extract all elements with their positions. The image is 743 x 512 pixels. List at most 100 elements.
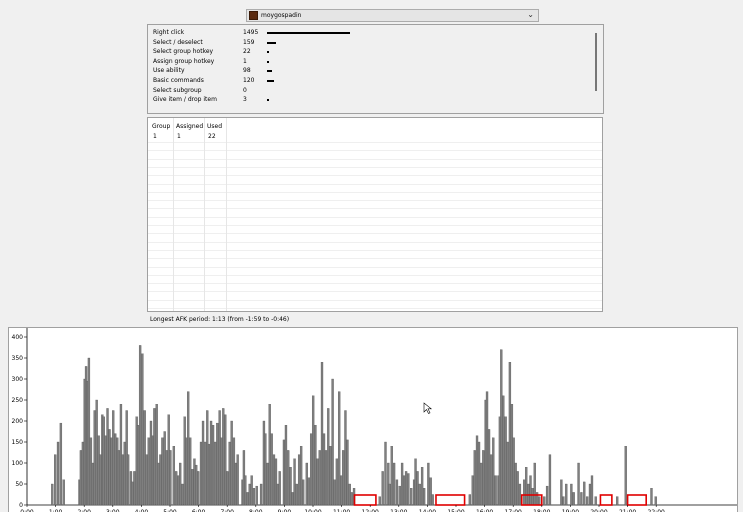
grid-line [148, 299, 602, 301]
apm-bar [102, 416, 105, 506]
action-row: Select / deselect 159 [153, 38, 583, 48]
apm-bar [284, 425, 288, 506]
apm-bar [248, 483, 251, 506]
action-label: Use ability [153, 67, 185, 75]
apm-bar [293, 458, 296, 506]
apm-bar [143, 410, 146, 506]
grid-line [148, 183, 602, 185]
apm-bar [204, 441, 207, 506]
table-row[interactable]: 1 1 22 [148, 132, 602, 141]
apm-bar [504, 416, 507, 506]
apm-bar [136, 425, 140, 506]
apm-bar [329, 446, 332, 506]
y-tick-label: 350 [12, 355, 24, 362]
action-stats-panel: Right click 1495 Select / deselect 159 Selec… [147, 24, 604, 114]
apm-bar [487, 429, 491, 506]
apm-bar [145, 454, 148, 506]
apm-bar [560, 479, 563, 506]
apm-bar [523, 479, 526, 506]
apm-bar [197, 471, 200, 506]
apm-bar [506, 441, 509, 506]
apm-bar [246, 492, 249, 506]
apm-bar [95, 399, 98, 506]
apm-bar [508, 362, 512, 506]
apm-bar [133, 471, 136, 506]
apm-bar [616, 496, 619, 506]
apm-bar [62, 479, 65, 506]
action-bar [267, 41, 276, 44]
apm-bar [335, 458, 339, 506]
grid-line [148, 274, 602, 276]
apm-bar [141, 353, 144, 506]
apm-bar [392, 462, 396, 506]
grid-line [148, 158, 602, 160]
apm-bar [209, 420, 213, 506]
y-tick-label: 150 [12, 439, 24, 446]
apm-bar [480, 462, 483, 506]
action-label: Right click [153, 29, 185, 36]
afk-period-box [435, 494, 466, 506]
apm-bar [155, 404, 158, 506]
apm-bar [307, 477, 311, 506]
player-race-icon [249, 11, 258, 20]
action-bar [267, 51, 269, 54]
apm-bar [324, 450, 328, 506]
apm-bar [87, 357, 91, 506]
apm-bar [531, 488, 534, 506]
chevron-down-icon[interactable]: ⌄ [527, 10, 534, 19]
apm-bar [159, 454, 162, 506]
y-tick-label: 250 [12, 397, 24, 404]
apm-bar [216, 422, 219, 506]
apm-bar [123, 441, 126, 506]
grid-line [148, 225, 602, 226]
column-divider [226, 118, 227, 311]
action-count: 0 [243, 86, 247, 94]
apm-bar [163, 431, 166, 506]
grid-line [148, 200, 602, 202]
apm-bar [264, 433, 267, 506]
apm-bar [176, 475, 180, 506]
apm-bar [244, 475, 247, 506]
y-tick-label: 400 [12, 334, 24, 341]
action-label: Give item / drop item [153, 96, 217, 104]
apm-bar [89, 437, 93, 506]
apm-bar [327, 408, 330, 506]
apm-bar [577, 462, 580, 506]
action-bar [267, 60, 269, 63]
apm-bar [316, 458, 319, 506]
apm-bar [181, 483, 184, 506]
grid-line [148, 208, 602, 210]
apm-bar [545, 485, 549, 506]
apm-bar [299, 446, 303, 506]
afk-period-text: Longest AFK period: 1:13 (from -1:59 to … [150, 316, 290, 323]
action-row: Select group hotkey 22 [153, 47, 583, 57]
apm-bar [224, 414, 227, 506]
apm-bar [318, 450, 321, 506]
player-select[interactable]: moygospadin ⌄ [246, 9, 539, 22]
grid-line [148, 166, 602, 168]
cell-used: 22 [208, 133, 216, 140]
apm-bar [232, 437, 236, 506]
apm-bar [402, 475, 406, 506]
apm-bar [514, 462, 517, 506]
grid-line [148, 291, 602, 293]
y-tick-label: 50 [15, 481, 23, 488]
apm-bar [211, 425, 215, 506]
apm-bar [338, 391, 341, 506]
apm-bar [126, 454, 130, 506]
apm-bar [565, 483, 568, 506]
apm-bar [161, 437, 164, 506]
apm-bar [138, 345, 142, 506]
apm-bar [404, 471, 408, 506]
apm-bar [174, 471, 178, 506]
apm-bar [390, 446, 393, 506]
apm-bar [583, 481, 586, 506]
apm-bar [525, 467, 528, 506]
apm-bar [250, 475, 253, 506]
apm-bar [291, 492, 294, 506]
scrollbar[interactable] [595, 33, 597, 91]
grid-line [148, 249, 602, 251]
apm-bar [191, 469, 194, 506]
apm-bar [282, 439, 286, 506]
apm-bar [93, 410, 96, 506]
